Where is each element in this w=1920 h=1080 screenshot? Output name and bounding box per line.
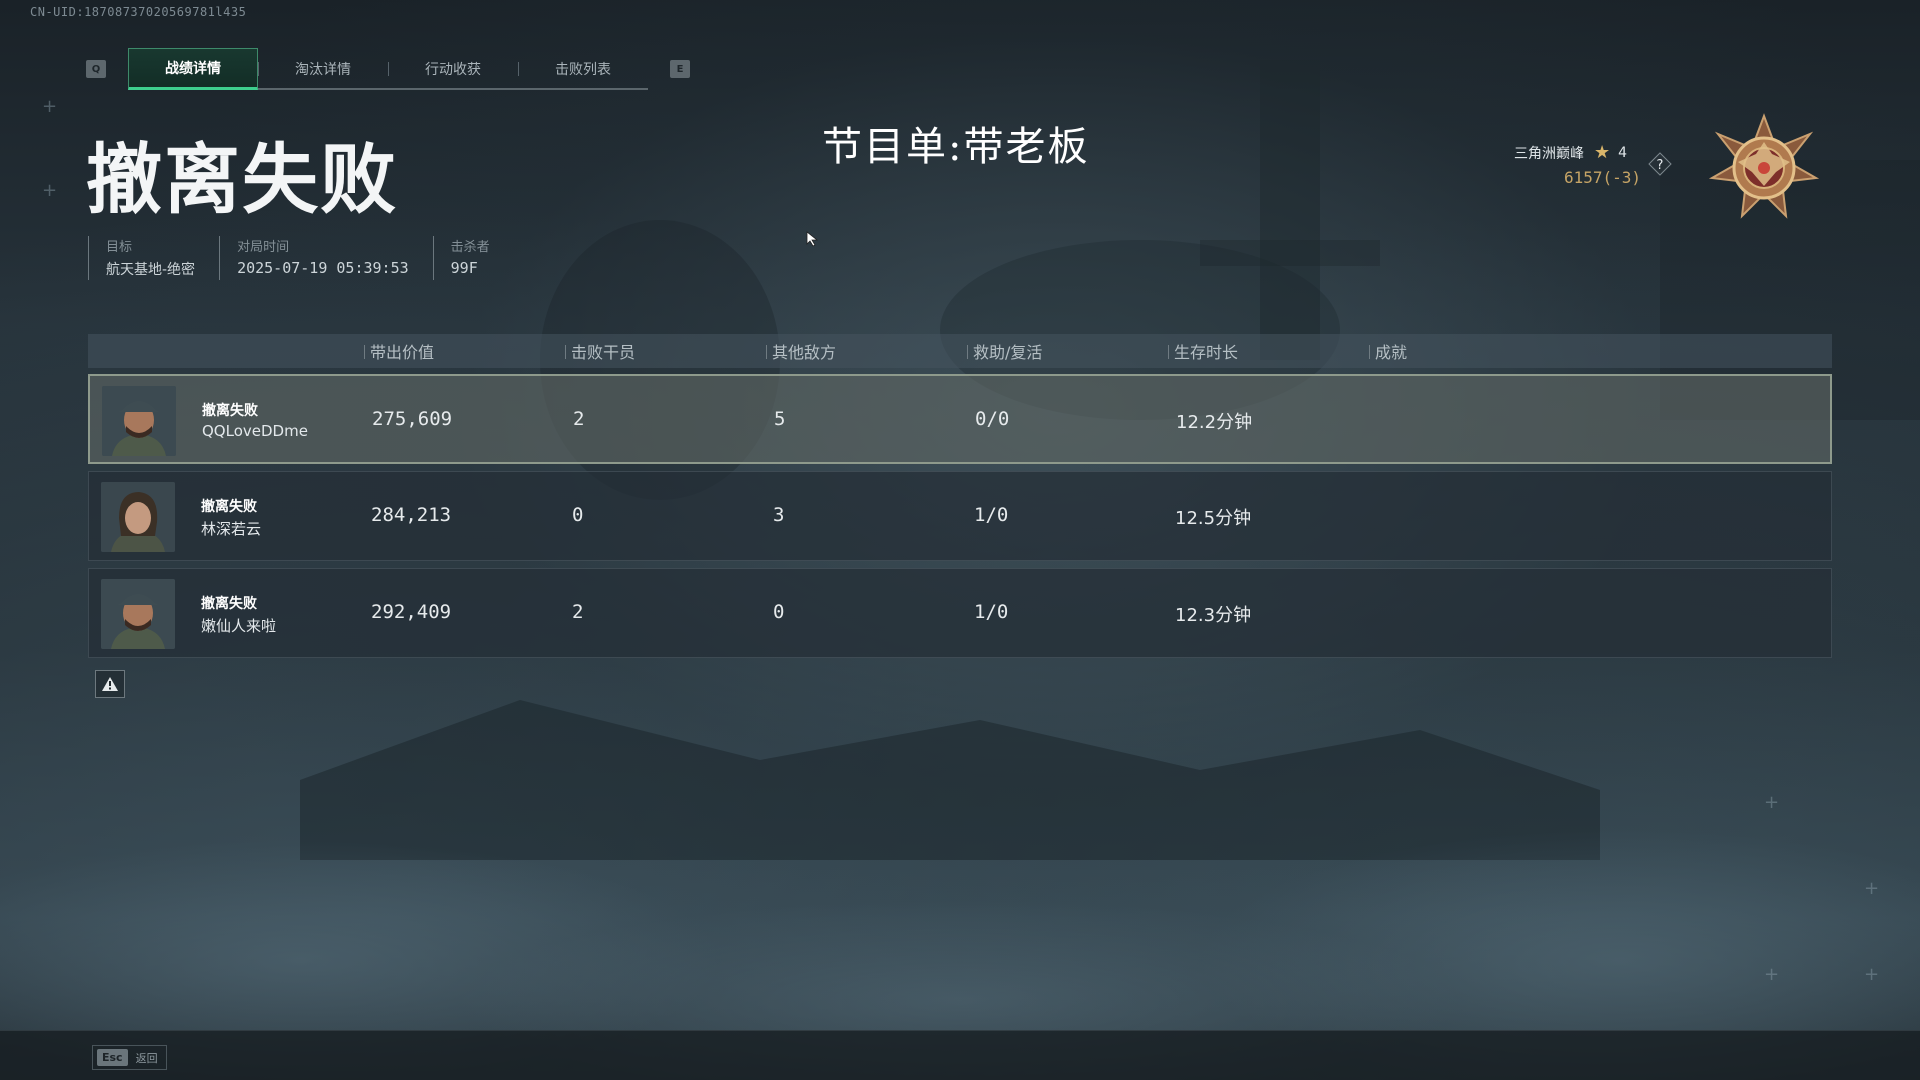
rank-panel: 三角洲巅峰 ★ 4 6157(-3)	[1514, 142, 1641, 187]
col-other-enemies: 其他敌方	[766, 334, 836, 368]
player-uid: CN-UID:18708737020569781l435	[30, 5, 247, 19]
row-kills: 2	[572, 601, 584, 623]
row-kills: 0	[572, 504, 584, 526]
decor-crosshair: +	[1764, 792, 1780, 813]
decor-crosshair: +	[42, 180, 58, 201]
tab-bar: Q 战绩详情 淘汰详情 行动收获 击败列表 E	[86, 48, 690, 90]
star-icon: ★	[1594, 142, 1611, 163]
back-button[interactable]: Esc 返回	[92, 1045, 167, 1070]
decor-crosshair: +	[1864, 964, 1880, 985]
row-assist: 1/0	[974, 601, 1009, 623]
col-survival-time: 生存时长	[1168, 334, 1238, 368]
row-others: 0	[773, 601, 785, 623]
row-duration: 12.5分钟	[1175, 508, 1252, 529]
meta-target-label: 目标	[106, 240, 133, 255]
row-player-name: 林深若云	[201, 520, 262, 538]
table-row[interactable]: 撤离失败 林深若云 284,213 0 3 1/0 12.5分钟	[88, 471, 1832, 561]
row-value: 284,213	[371, 504, 452, 526]
tab-action-rewards[interactable]: 行动收获	[388, 48, 518, 90]
meta-killer: 击杀者 99F	[432, 236, 514, 280]
table-row[interactable]: 撤离失败 嫩仙人来啦 292,409 2 0 1/0 12.3分钟	[88, 568, 1832, 658]
tab-defeat-list[interactable]: 击败列表	[518, 48, 648, 90]
prev-tab-key[interactable]: Q	[86, 60, 106, 78]
avatar	[101, 579, 175, 649]
decor-crosshair: +	[1864, 878, 1880, 899]
rank-title: 三角洲巅峰	[1514, 145, 1584, 162]
col-operators-defeated: 击败干员	[565, 334, 635, 368]
row-player-name: 嫩仙人来啦	[201, 617, 277, 635]
meta-killer-value: 99F	[450, 259, 478, 277]
row-value: 292,409	[371, 601, 452, 623]
row-value: 275,609	[372, 408, 453, 430]
match-meta: 目标 航天基地-绝密 对局时间 2025-07-19 05:39:53 击杀者 …	[88, 236, 514, 280]
row-player-name: QQLoveDDme	[202, 422, 308, 440]
warning-icon	[102, 677, 118, 691]
avatar	[101, 482, 175, 552]
back-label: 返回	[135, 1051, 158, 1065]
meta-target-value: 航天基地-绝密	[106, 262, 196, 278]
col-achievements: 成就	[1369, 334, 1407, 368]
help-glyph: ?	[1657, 158, 1664, 173]
row-others: 5	[774, 408, 786, 430]
row-others: 3	[773, 504, 785, 526]
row-status: 撤离失败	[202, 403, 258, 419]
table-row[interactable]: 撤离失败 QQLoveDDme 275,609 2 5 0/0 12.2分钟	[88, 374, 1832, 464]
tab-elimination-details[interactable]: 淘汰详情	[258, 48, 388, 90]
table-header: 带出价值 击败干员 其他敌方 救助/复活 生存时长 成就	[88, 334, 1832, 368]
row-assist: 0/0	[975, 408, 1010, 430]
row-assist: 1/0	[974, 504, 1009, 526]
meta-time-label: 对局时间	[237, 240, 290, 255]
rank-badge-icon	[1708, 113, 1820, 219]
overlay-caption: 节目单:带老板	[822, 124, 1090, 170]
report-button[interactable]	[95, 670, 125, 698]
mouse-cursor-icon	[806, 231, 819, 247]
next-tab-key[interactable]: E	[670, 60, 690, 78]
tab-battle-details[interactable]: 战绩详情	[128, 48, 258, 90]
esc-key: Esc	[97, 1049, 128, 1066]
decor-crosshair: +	[1764, 964, 1780, 985]
decor-crosshair: +	[42, 96, 58, 117]
meta-killer-label: 击杀者	[450, 240, 490, 255]
row-status: 撤离失败	[201, 499, 257, 515]
meta-time-value: 2025-07-19 05:39:53	[237, 259, 409, 277]
meta-target: 目标 航天基地-绝密	[88, 236, 219, 280]
meta-time: 对局时间 2025-07-19 05:39:53	[219, 236, 433, 280]
result-title: 撤离失败	[86, 135, 398, 224]
rank-stars: 4	[1618, 144, 1628, 161]
col-assist-revive: 救助/复活	[967, 334, 1042, 368]
row-status: 撤离失败	[201, 596, 257, 612]
row-duration: 12.3分钟	[1175, 605, 1252, 626]
rank-score: 6157(-3)	[1564, 168, 1642, 187]
col-extract-value: 带出价值	[364, 334, 434, 368]
footer-bar: Esc 返回	[0, 1030, 1920, 1080]
row-kills: 2	[573, 408, 585, 430]
tab-strip: 战绩详情 淘汰详情 行动收获 击败列表	[128, 48, 648, 90]
help-icon[interactable]: ?	[1648, 152, 1672, 176]
avatar	[102, 386, 176, 456]
row-duration: 12.2分钟	[1176, 412, 1253, 433]
